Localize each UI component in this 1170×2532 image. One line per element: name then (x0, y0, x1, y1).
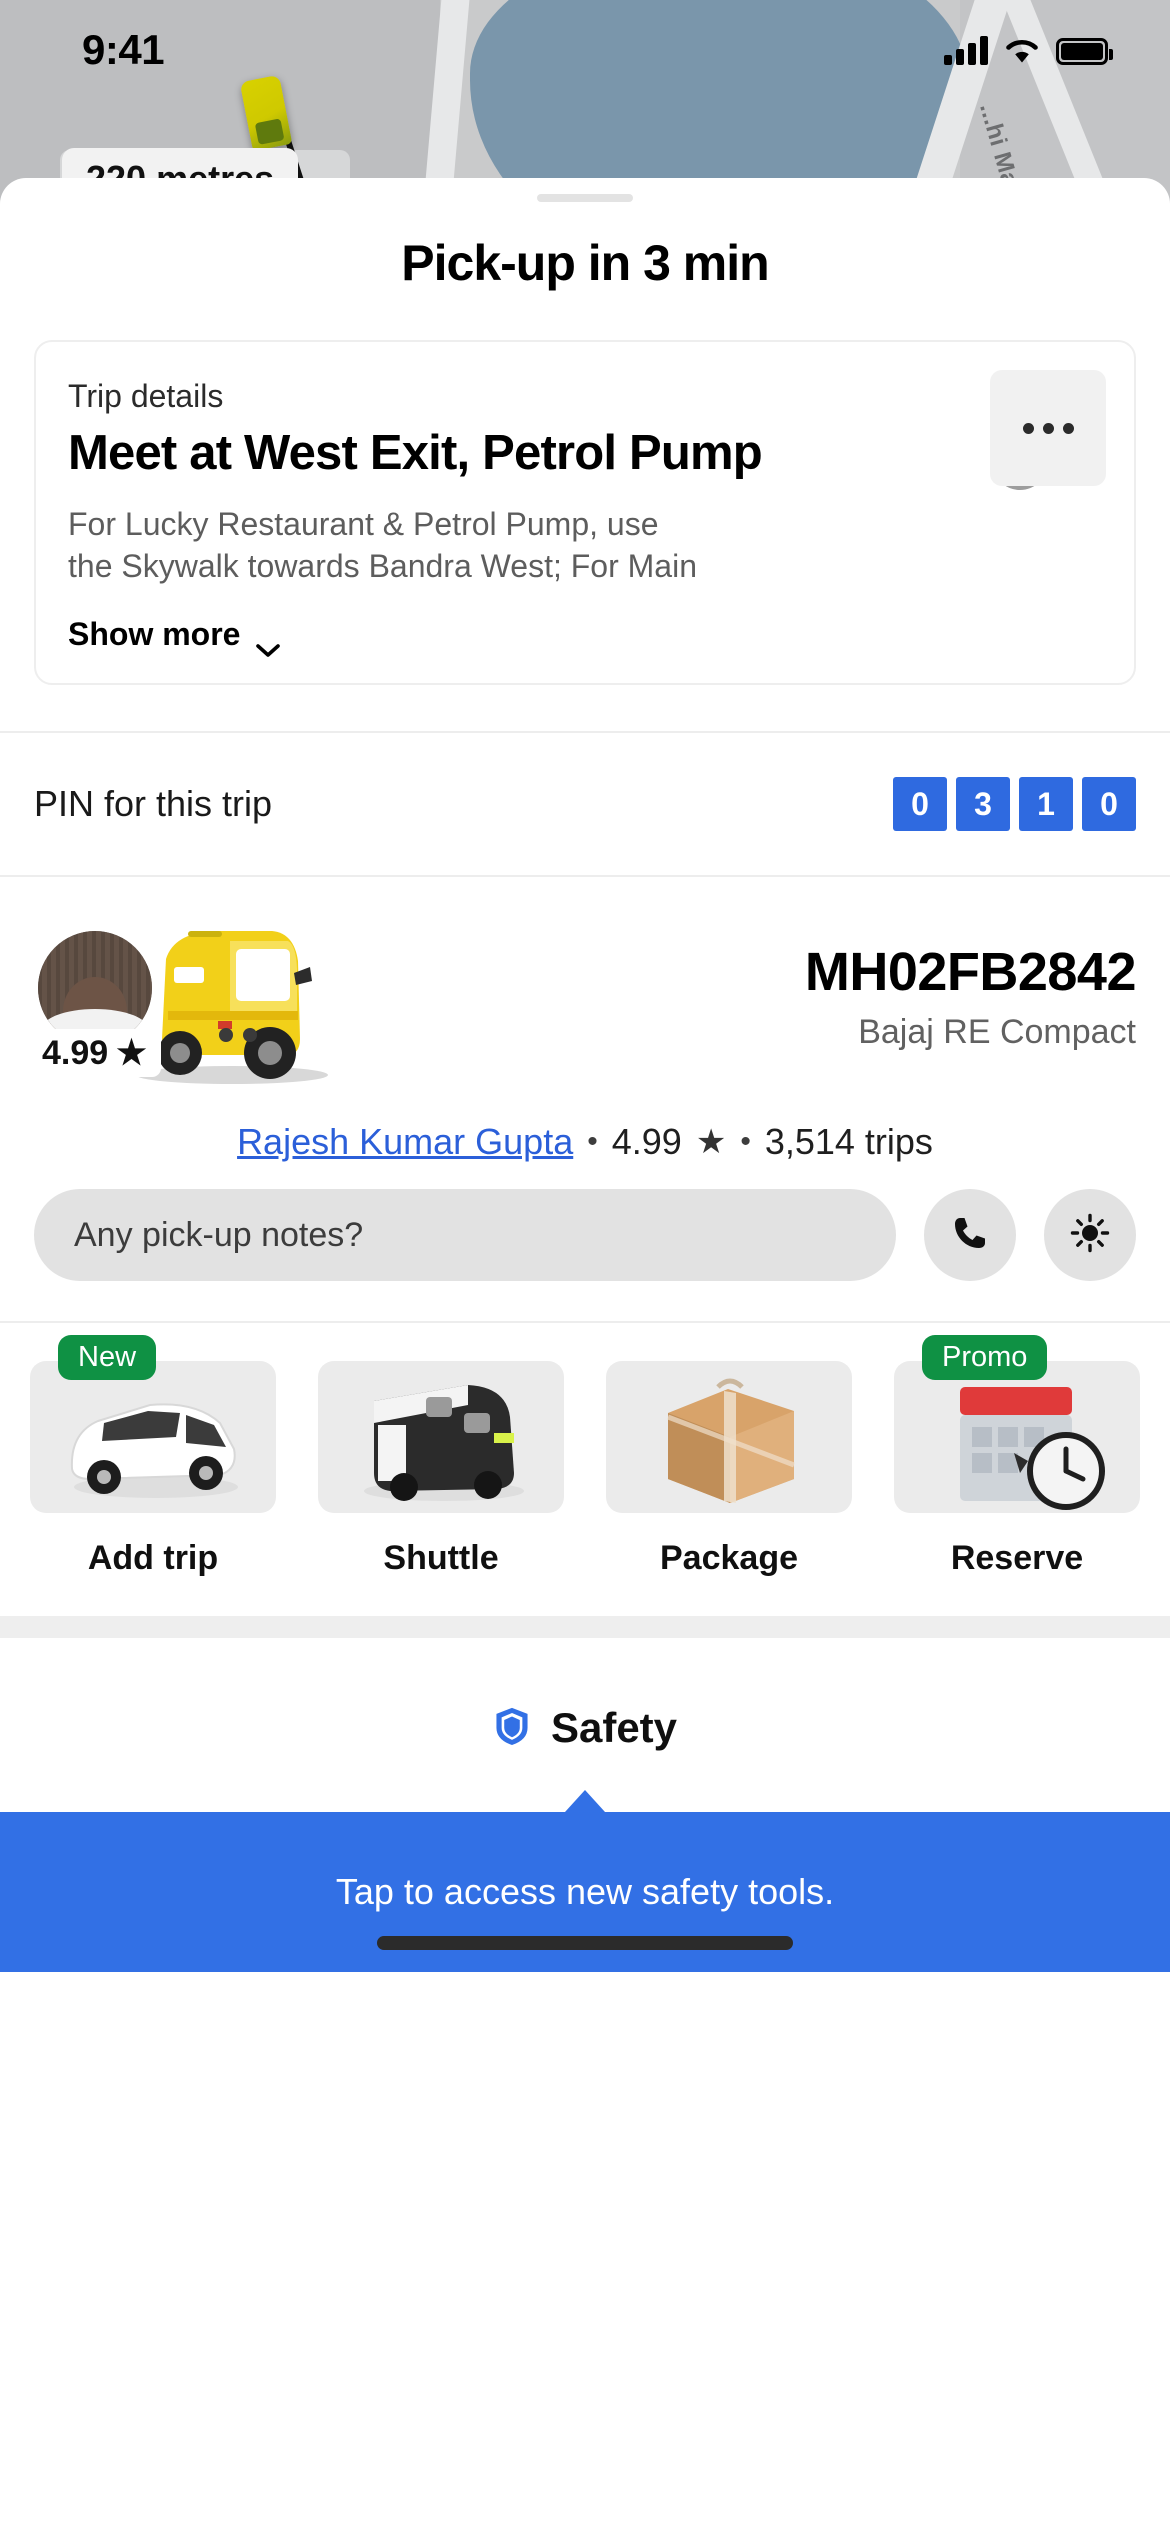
star-icon: ★ (695, 1123, 727, 1161)
quick-action-reserve[interactable]: Promo Reserve (894, 1335, 1140, 1578)
wifi-icon (1004, 37, 1040, 65)
calendar-clock-icon (894, 1361, 1140, 1513)
status-icon-group (944, 35, 1113, 65)
page-title: Pick-up in 3 min (401, 235, 769, 291)
safety-banner[interactable]: Tap to access new safety tools. (0, 1790, 1170, 1972)
safety-toolbar[interactable]: Safety (0, 1704, 1170, 1752)
status-bar: 9:41 (0, 0, 1170, 100)
brightness-button[interactable] (1044, 1189, 1136, 1281)
drag-handle[interactable] (537, 194, 633, 202)
quick-action-add-trip[interactable]: New Add trip (30, 1335, 276, 1578)
pin-digit: 0 (893, 777, 947, 831)
meta-separator: • (740, 1125, 751, 1158)
tile-badge: New (58, 1335, 157, 1380)
tile-badge: Promo (922, 1335, 1048, 1380)
tile-label: Reserve (950, 1539, 1084, 1577)
pin-label: PIN for this trip (34, 783, 273, 824)
safety-banner-text: Tap to access new safety tools. (335, 1871, 835, 1912)
cellular-bars-icon (944, 35, 988, 65)
quick-actions-row: New Add trip Shuttle Package Promo Reser… (0, 1323, 1170, 1600)
section-separator (0, 1616, 1170, 1638)
pickup-location-title: Meet at West Exit, Petrol Pump (68, 426, 763, 480)
status-clock: 9:41 (82, 26, 165, 73)
driver-rating-badge: 4.99 ★ (32, 1029, 161, 1077)
shield-icon (493, 1705, 531, 1752)
tile-label: Add trip (87, 1539, 219, 1577)
vehicle-model: Bajaj RE Compact (858, 1013, 1136, 1051)
trip-details-card[interactable]: Trip details Meet at West Exit, Petrol P… (34, 340, 1136, 685)
app-screen: ...hi Marg 220 metres 9:41 Pick-up in 3 … (0, 0, 1170, 2532)
shuttle-bus-icon (318, 1361, 564, 1513)
safety-label: Safety (550, 1704, 678, 1751)
pickup-notes-row: Any pick-up notes? (0, 1163, 1170, 1321)
safety-section[interactable]: Safety Tap to access new safety tools. (0, 1638, 1170, 1972)
driver-meta-row: Rajesh Kumar Gupta • 4.99 ★ • 3,514 trip… (34, 1121, 1136, 1163)
call-driver-button[interactable] (924, 1189, 1016, 1281)
show-more-label: Show more (68, 616, 241, 652)
driver-rating-text: 4.99 (611, 1121, 682, 1162)
star-icon: ★ (116, 1034, 147, 1072)
driver-name-link[interactable]: Rajesh Kumar Gupta (237, 1121, 573, 1163)
tile-label: Shuttle (383, 1539, 499, 1577)
driver-vehicle-section: 4.99 ★ MH02FB2842 Bajaj RE Compact Rajes… (0, 877, 1170, 1163)
vehicle-artwork: 4.99 ★ (32, 897, 374, 1097)
tile-label: Package (660, 1539, 798, 1577)
pin-digits: 0 3 1 0 (893, 777, 1136, 831)
trip-pin-row: PIN for this trip 0 3 1 0 (0, 733, 1170, 875)
quick-action-shuttle[interactable]: Shuttle (318, 1361, 564, 1578)
pin-digit: 1 (1019, 777, 1073, 831)
banner-pointer (565, 1790, 605, 1812)
quick-action-package[interactable]: Package (606, 1361, 852, 1578)
pickup-notes-input[interactable]: Any pick-up notes? (34, 1189, 896, 1281)
driver-rating-value: 4.99 (42, 1033, 109, 1072)
vehicle-info: MH02FB2842 Bajaj RE Compact (804, 897, 1137, 1052)
chevron-down-icon (256, 628, 281, 657)
pin-digit: 0 (1082, 777, 1136, 831)
pin-digit: 3 (956, 777, 1010, 831)
pickup-instructions: For Lucky Restaurant & Petrol Pump, use … (68, 506, 697, 590)
home-indicator[interactable] (377, 1936, 793, 1950)
bottom-sheet: Pick-up in 3 min Trip details Meet at We… (0, 178, 1170, 2532)
trip-details-label: Trip details (68, 378, 224, 414)
overflow-menu-icon[interactable] (990, 370, 1106, 486)
show-more-button[interactable]: Show more (68, 616, 281, 657)
sun-brightness-icon (1070, 1213, 1110, 1258)
license-plate: MH02FB2842 (804, 942, 1137, 1002)
phone-icon (950, 1213, 990, 1258)
white-car-icon (30, 1361, 276, 1513)
driver-trip-count: 3,514 trips (764, 1121, 933, 1162)
battery-full-icon (1056, 38, 1113, 65)
meta-separator: • (587, 1125, 598, 1158)
cardboard-box-icon (606, 1361, 852, 1513)
